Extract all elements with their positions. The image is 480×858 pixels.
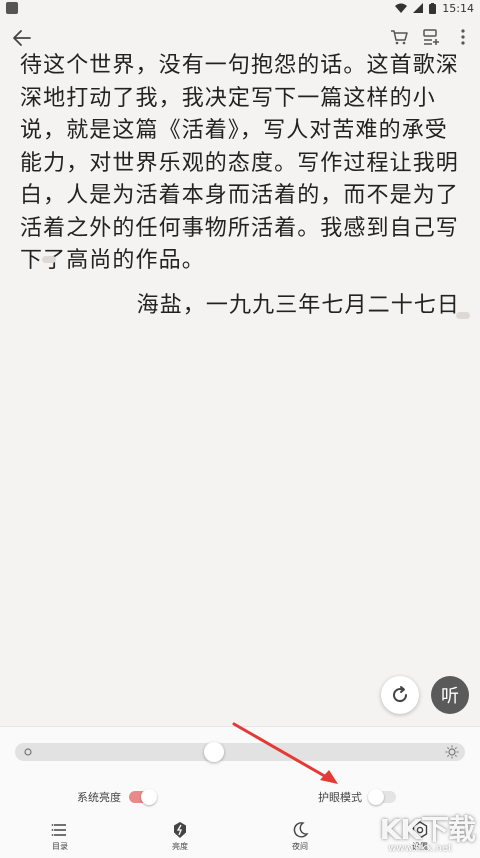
brightness-slider-thumb[interactable] xyxy=(204,742,224,762)
moon-icon xyxy=(293,822,309,838)
eye-care-toggle[interactable] xyxy=(368,789,396,805)
listen-button[interactable]: 听 xyxy=(431,676,469,714)
brightness-low-icon xyxy=(24,748,32,756)
brightness-icon xyxy=(174,822,186,838)
watermark-url: www.kkx.net xyxy=(388,843,452,854)
system-brightness-row: 系统亮度 xyxy=(77,789,157,805)
status-time: 15:14 xyxy=(442,1,474,15)
nav-item-night[interactable]: 夜间 xyxy=(240,815,360,858)
wifi-icon xyxy=(395,3,408,13)
cart-icon[interactable] xyxy=(388,26,410,48)
status-bar: 15:14 xyxy=(0,0,480,16)
paragraph-comment-marker[interactable] xyxy=(42,256,56,263)
chapter-paragraph: 待这个世界，没有一句抱怨的话。这首歌深深地打动了我，我决定写下一篇这样的小说，就… xyxy=(20,53,459,273)
back-arrow-icon[interactable] xyxy=(10,26,34,50)
list-icon xyxy=(51,824,66,836)
paragraph-comment-marker[interactable] xyxy=(456,312,470,319)
eye-care-label: 护眼模式 xyxy=(318,791,362,804)
nav-item-catalog[interactable]: 目录 xyxy=(0,815,120,858)
brightness-slider[interactable] xyxy=(15,742,465,762)
battery-icon xyxy=(429,2,437,14)
brightness-high-icon xyxy=(445,745,459,759)
eye-care-row: 护眼模式 xyxy=(318,789,396,805)
add-to-shelf-icon[interactable] xyxy=(420,26,442,48)
more-vertical-icon[interactable] xyxy=(452,26,474,48)
refresh-icon xyxy=(393,686,408,703)
nav-item-brightness[interactable]: 亮度 xyxy=(120,815,240,858)
watermark-logo: KK下载 xyxy=(379,813,476,846)
auto-scroll-button[interactable] xyxy=(381,676,419,714)
signal-icon xyxy=(413,3,424,13)
reading-content: 待这个世界，没有一句抱怨的话。这首歌深深地打动了我，我决定写下一篇这样的小说，就… xyxy=(20,50,465,278)
notification-icon xyxy=(6,2,18,14)
system-brightness-label: 系统亮度 xyxy=(77,791,121,804)
chapter-signature: 海盐，一九九三年七月二十七日 xyxy=(136,293,460,318)
system-brightness-toggle[interactable] xyxy=(129,789,157,805)
